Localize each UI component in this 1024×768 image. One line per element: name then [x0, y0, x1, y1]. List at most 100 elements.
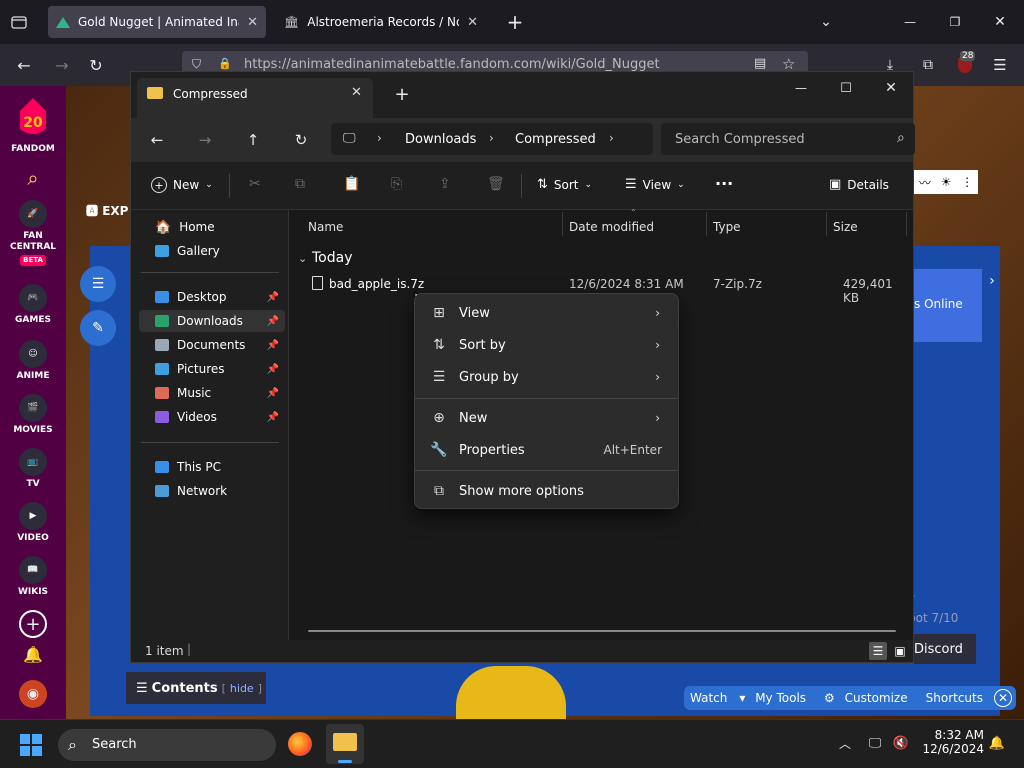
view-button[interactable]: ☰ View ⌄ [625, 177, 685, 192]
shortcuts-button[interactable]: Shortcuts [920, 691, 989, 705]
new-button[interactable]: + New ⌄ [151, 177, 213, 193]
pin-icon[interactable]: 📌 [267, 412, 279, 423]
pin-icon[interactable]: 📌 [267, 364, 279, 375]
contents-hide-link[interactable]: hide [230, 682, 254, 695]
menu-item-sort-by[interactable]: ⇅ Sort by › [419, 330, 674, 360]
display-icon[interactable]: 🖵 [866, 734, 884, 752]
more-options-icon[interactable]: ··· [715, 174, 733, 193]
pin-icon[interactable]: 📌 [267, 388, 279, 399]
close-tab-icon[interactable]: ✕ [351, 85, 362, 100]
delete-icon[interactable]: 🗑 [487, 176, 505, 192]
column-separator[interactable] [706, 212, 707, 236]
customize-button[interactable]: ⚙ Customize [818, 691, 920, 705]
column-separator[interactable] [906, 212, 907, 236]
nav-tv[interactable]: 📺 TV [0, 448, 66, 490]
address-bar[interactable]: 🖵 › Downloads › Compressed › [331, 123, 653, 155]
theme-icon[interactable]: ☀ [941, 175, 952, 189]
clock[interactable]: 8:32 AM 12/6/2024 [918, 728, 984, 756]
forward-icon[interactable]: → [195, 130, 215, 150]
chevron-right-icon[interactable]: › [609, 131, 614, 145]
breadcrumb-downloads[interactable]: Downloads [405, 132, 476, 147]
details-view-icon[interactable]: ☰ [869, 642, 887, 660]
column-separator[interactable] [562, 212, 563, 236]
chevron-down-icon[interactable]: ⌄ [815, 12, 837, 32]
copy-icon[interactable]: ⧉ [295, 176, 305, 192]
notification-bell-icon[interactable]: 🔔 [988, 734, 1006, 752]
windows-start-icon[interactable] [20, 734, 42, 756]
taskbar-search[interactable]: ⌕ Search [58, 729, 276, 761]
menu-item-show-more-options[interactable]: ⧉ Show more options [419, 476, 674, 506]
rename-icon[interactable]: ⎘ [391, 176, 402, 192]
more-icon[interactable]: ⋮ [961, 175, 973, 189]
search-box[interactable]: Search Compressed ⌕ [661, 123, 915, 155]
maximize-icon[interactable]: ☐ [836, 78, 856, 98]
details-button[interactable]: ▣ Details [829, 177, 889, 192]
close-tab-icon[interactable]: ✕ [467, 15, 478, 30]
add-icon[interactable]: + [19, 610, 47, 638]
new-tab-icon[interactable]: + [504, 10, 526, 34]
close-tab-icon[interactable]: ✕ [247, 15, 258, 30]
paste-icon[interactable]: 📋 [343, 176, 360, 192]
nav-quick-downloads[interactable]: Downloads 📌 [139, 310, 285, 332]
menu-icon[interactable]: ☰ [990, 56, 1010, 74]
column-separator[interactable] [826, 212, 827, 236]
watch-button[interactable]: Watch [684, 691, 733, 705]
back-icon[interactable]: ← [14, 56, 34, 75]
nav-fan-central[interactable]: 🚀 FAN CENTRAL BETA [0, 200, 66, 266]
menu-item-view[interactable]: ⊞ View › [419, 298, 674, 328]
chevron-right-icon[interactable]: › [982, 266, 1002, 296]
chevron-up-icon[interactable]: ︿ [836, 734, 854, 752]
restore-icon[interactable]: ❐ [945, 12, 965, 32]
toc-icon[interactable]: ☰ [80, 266, 116, 302]
nav-quick-pictures[interactable]: Pictures 📌 [139, 358, 285, 380]
cut-icon[interactable]: ✂ [249, 176, 261, 192]
menu-item-group-by[interactable]: ☰ Group by › [419, 362, 674, 392]
share-icon[interactable]: ⇪ [439, 176, 451, 192]
minimize-icon[interactable]: — [791, 78, 811, 98]
nav-network[interactable]: Network [139, 480, 285, 502]
search-icon[interactable]: ⌕ [21, 166, 45, 190]
volume-muted-icon[interactable]: 🔇 [892, 734, 910, 752]
nav-anime[interactable]: ☺ ANIME [0, 340, 66, 382]
url-text[interactable]: https://animatedinanimatebattle.fandom.c… [244, 57, 660, 72]
nav-gallery[interactable]: Gallery [139, 240, 285, 262]
reader-view-icon[interactable]: ▤ [754, 56, 766, 71]
nav-wikis[interactable]: 📖 WIKIS [0, 556, 66, 598]
minimize-icon[interactable]: — [900, 12, 920, 32]
browser-tab-active[interactable]: Gold Nugget | Animated Inanin ✕ [48, 6, 266, 38]
new-tab-icon[interactable]: + [393, 84, 411, 105]
activity-icon[interactable]: 〰 [919, 174, 931, 191]
refresh-icon[interactable]: ↻ [291, 130, 311, 150]
reload-icon[interactable]: ↻ [86, 56, 106, 75]
edit-icon[interactable]: ✎ [80, 310, 116, 346]
nav-quick-desktop[interactable]: Desktop 📌 [139, 286, 285, 308]
chevron-down-icon[interactable]: ⌄ [298, 252, 307, 265]
close-window-icon[interactable]: ✕ [990, 12, 1010, 32]
browser-tab[interactable]: 🏛 Alstroemeria Records / Nomico ✕ [276, 6, 486, 38]
extensions-icon[interactable]: ⧉ [918, 56, 938, 74]
pin-icon[interactable]: 📌 [267, 340, 279, 351]
my-tools-button[interactable]: ▾ My Tools [733, 691, 818, 705]
fandom-logo-icon[interactable]: 20 [14, 94, 52, 138]
group-header[interactable]: Today [312, 250, 353, 266]
discord-button[interactable]: Discord [914, 634, 976, 664]
nav-movies[interactable]: 🎬 MOVIES [0, 394, 66, 436]
back-icon[interactable]: ← [147, 130, 167, 150]
shield-icon[interactable]: ⛉ [192, 57, 201, 72]
pin-icon[interactable]: 📌 [267, 316, 279, 327]
online-panel[interactable]: s Online [914, 269, 982, 342]
firefox-icon[interactable] [288, 732, 312, 756]
column-header-type[interactable]: Type [713, 220, 741, 234]
up-icon[interactable]: ↑ [243, 130, 263, 150]
close-icon[interactable]: ✕ [994, 689, 1012, 707]
column-header-date[interactable]: Date modified [569, 220, 654, 234]
breadcrumb-compressed[interactable]: Compressed [515, 132, 596, 147]
nav-games[interactable]: 🎮 GAMES [0, 284, 66, 326]
search-icon[interactable]: ⌕ [897, 130, 905, 146]
bell-icon[interactable]: 🔔 [21, 642, 45, 666]
horizontal-scrollbar[interactable] [308, 630, 896, 632]
nav-home[interactable]: 🏠 Home [139, 216, 285, 238]
column-header-size[interactable]: Size [833, 220, 858, 234]
avatar[interactable]: ◉ [19, 680, 47, 708]
nav-video[interactable]: ▶ VIDEO [0, 502, 66, 544]
